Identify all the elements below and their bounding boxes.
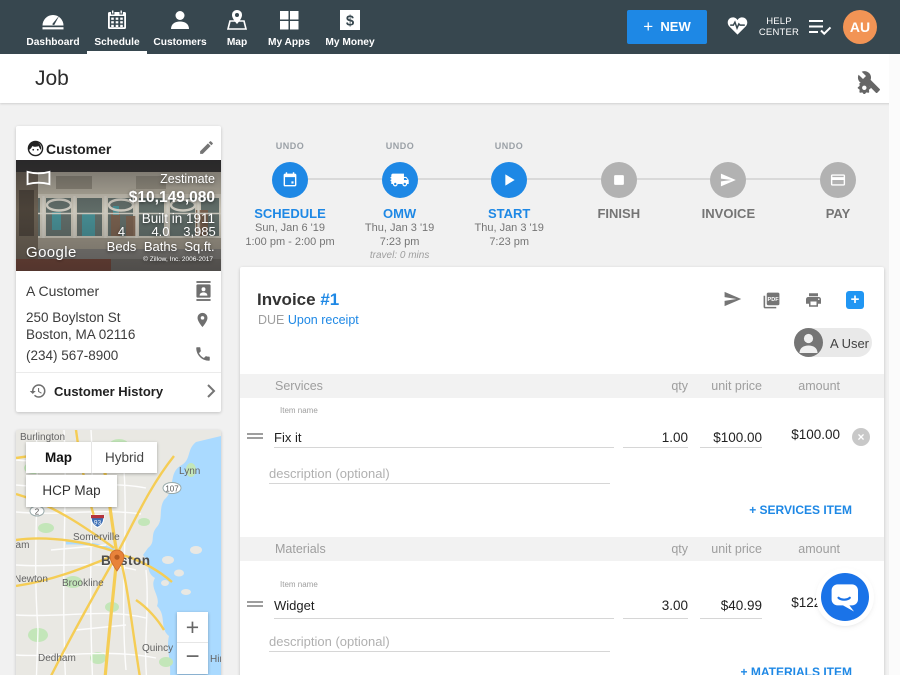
svg-text:2: 2: [35, 508, 40, 517]
svg-text:$: $: [346, 13, 355, 30]
svg-text:Lynn: Lynn: [179, 466, 200, 477]
svg-text:Hin: Hin: [210, 654, 221, 665]
svg-text:Somerville: Somerville: [73, 532, 120, 543]
svg-text:Dedham: Dedham: [38, 653, 76, 664]
svg-text:Quincy: Quincy: [142, 643, 173, 654]
svg-text:Newton: Newton: [16, 574, 48, 585]
svg-text:107: 107: [165, 485, 179, 494]
svg-text:PDF: PDF: [768, 297, 780, 303]
svg-text:Brookline: Brookline: [62, 578, 104, 589]
svg-text:Boston: Boston: [101, 553, 151, 568]
svg-text:ham: ham: [16, 540, 29, 551]
svg-text:93: 93: [94, 520, 102, 527]
